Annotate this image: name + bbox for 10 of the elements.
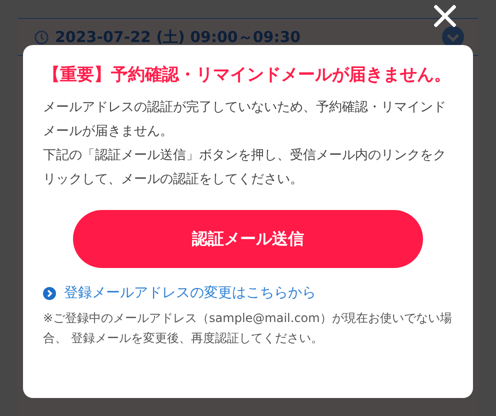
modal-message: メールアドレスの認証が完了していないため、予約確認・リマインドメールが届きません。 (43, 99, 447, 141)
change-email-link[interactable]: 登録メールアドレスの変更はこちらから (64, 284, 316, 302)
clock-icon (34, 30, 49, 44)
modal-title: 【重要】予約確認・リマインドメールが届きません。 (43, 64, 452, 87)
send-verification-button[interactable]: 認証メール送信 (73, 210, 423, 268)
note-text: ※ご登録中のメールアドレス（sample@mail.com）が現在お使いでない場合、 登録メールを変更後、再度認証してください。 (43, 310, 453, 347)
chevron-right-icon (43, 286, 56, 300)
reservation-datetime: 2023-07-22 (土) 09:00～09:30 (55, 28, 302, 46)
modal-message: 下記の「認証メール送信」ボタンを押し、受信メール内のリンクをクリックして、メールの認証をしてください。 (43, 147, 447, 189)
close-icon[interactable] (434, 5, 456, 27)
